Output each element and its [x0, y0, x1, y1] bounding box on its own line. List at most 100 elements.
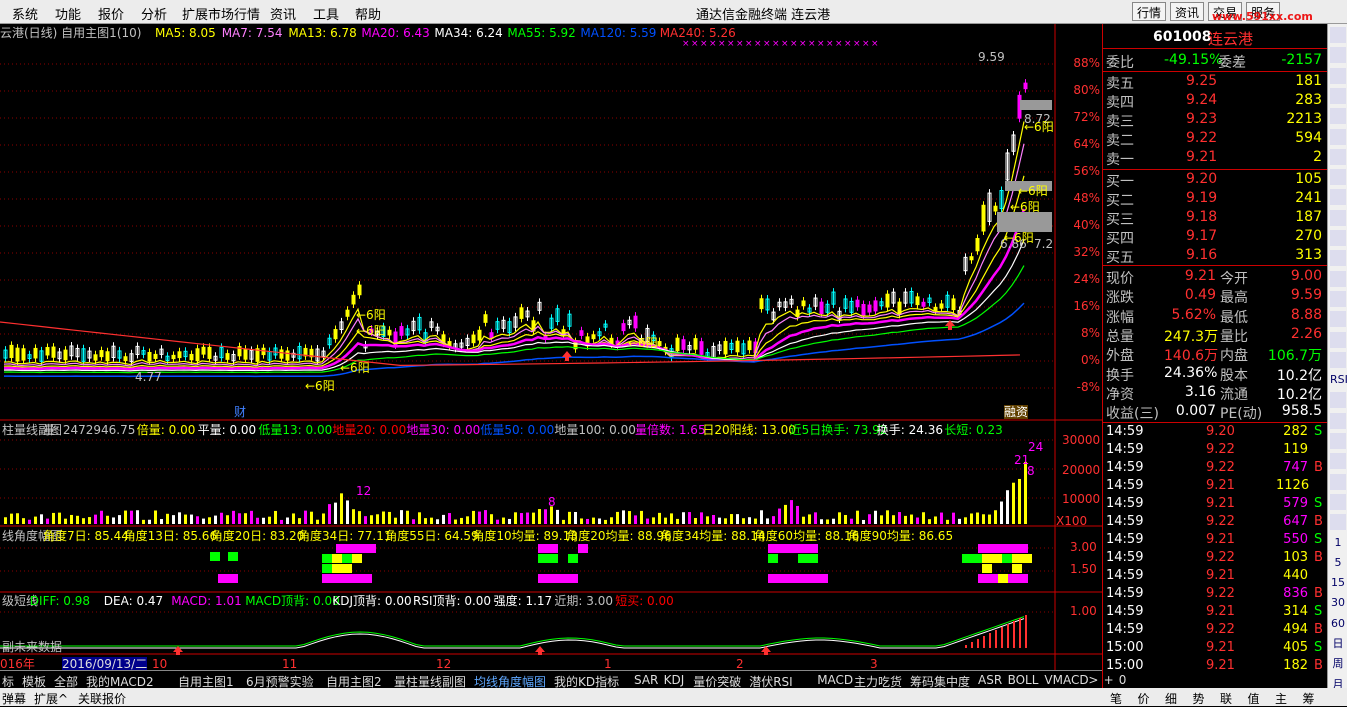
candle-body: [21, 348, 26, 361]
line-icon[interactable]: [1330, 270, 1346, 287]
fund-icon[interactable]: [1330, 230, 1346, 246]
kline-icon[interactable]: [1330, 189, 1346, 206]
quote-tab-0[interactable]: 笔: [1110, 690, 1122, 707]
volume-bar: [622, 510, 625, 524]
menu-info[interactable]: 资讯: [270, 4, 296, 23]
indicator-tab-22[interactable]: 0: [1119, 673, 1127, 687]
quote-tab-5[interactable]: 值: [1248, 690, 1260, 707]
indicator-tab-18[interactable]: BOLL: [1008, 673, 1039, 687]
calc-icon[interactable]: [1330, 493, 1346, 510]
grid-icon[interactable]: [1330, 128, 1346, 145]
menu-function[interactable]: 功能: [55, 4, 81, 23]
volume-bar: [592, 517, 595, 524]
indicator-tab-20[interactable]: >: [1088, 673, 1098, 687]
quote-tab-1[interactable]: 价: [1138, 690, 1150, 707]
up-arrow-icon[interactable]: [1330, 27, 1346, 43]
bar-icon[interactable]: [1330, 351, 1346, 368]
p15[interactable]: 15: [1330, 575, 1346, 592]
menu-help[interactable]: 帮助: [355, 4, 381, 23]
p5[interactable]: 5: [1330, 554, 1346, 571]
menu-market[interactable]: 扩展市场行情: [182, 4, 260, 23]
volume-bar: [52, 512, 55, 524]
screen-icon[interactable]: [1330, 290, 1346, 307]
arrow-icon[interactable]: [1330, 433, 1346, 449]
star-icon[interactable]: [1330, 473, 1346, 490]
indicator-tab-19[interactable]: VMACD: [1044, 673, 1088, 687]
quote-tab-7[interactable]: 筹: [1303, 690, 1315, 707]
fiz-icon[interactable]: [1330, 250, 1346, 267]
indicator-tab-14[interactable]: MACD: [817, 673, 853, 687]
vol-icon[interactable]: [1330, 392, 1346, 409]
window-icon[interactable]: [1330, 87, 1346, 104]
market-button[interactable]: 行情: [1132, 2, 1167, 21]
indicator-tab-21[interactable]: +: [1104, 673, 1114, 687]
volume-bar: [526, 512, 529, 524]
menu-system[interactable]: 系统: [12, 4, 38, 23]
volume-bar: [148, 519, 151, 524]
volume-bar: [436, 519, 439, 524]
volume-bar: [190, 514, 193, 524]
candle-icon[interactable]: [1330, 148, 1346, 165]
indicator-tab-17[interactable]: ASR: [978, 673, 1002, 687]
quote-tab-4[interactable]: 联: [1220, 690, 1232, 707]
volume-bar: [856, 510, 859, 524]
list-icon[interactable]: [1330, 67, 1346, 84]
candle-body: [867, 304, 872, 313]
pw[interactable]: 周: [1330, 656, 1346, 673]
indicator-tab-11[interactable]: KDJ: [664, 673, 685, 687]
menu-quote[interactable]: 报价: [98, 4, 124, 23]
tick-price: 9.22: [1206, 460, 1235, 475]
volume-bar: [964, 517, 967, 524]
heart-icon[interactable]: [1330, 453, 1346, 470]
flow-icon[interactable]: [1330, 412, 1346, 429]
price-pct-tick-6: 40%: [1073, 218, 1100, 232]
volume-bar: [994, 510, 997, 524]
news-button[interactable]: 资讯: [1170, 2, 1205, 21]
indicator-tab-10[interactable]: SAR: [634, 673, 658, 687]
p30[interactable]: 30: [1330, 595, 1346, 612]
quote-tab-3[interactable]: 势: [1193, 690, 1205, 707]
price-pct-tick-8: 24%: [1073, 272, 1100, 286]
note-icon[interactable]: [1330, 514, 1346, 531]
expand-button[interactable]: 扩展^: [34, 690, 68, 707]
tick-volume: 119: [1283, 442, 1308, 457]
volume-stat-11: 近5日换手: 73.92: [789, 423, 888, 437]
quote-tab-6[interactable]: 主: [1275, 690, 1287, 707]
tick-row: 14:59 9.22 494 B: [1106, 621, 1326, 639]
candle-body: [225, 353, 230, 360]
angle-signal-block: [568, 554, 578, 563]
purple-x-marker: ×: [682, 39, 690, 49]
angle-signal-block: [342, 574, 352, 583]
angle-signal-block: [218, 574, 228, 583]
danmu-button[interactable]: 弹幕: [2, 690, 26, 707]
stat-value-b: 2.26: [1290, 325, 1322, 342]
volume-bar: [94, 514, 97, 524]
stat-row-1: 涨跌 0.49 最高 9.59: [1106, 286, 1326, 306]
rsi-icon[interactable]: RSI: [1330, 372, 1347, 389]
candle-body: [399, 326, 404, 336]
angle-signal-block: [978, 574, 988, 583]
p60[interactable]: 60: [1330, 615, 1346, 632]
p1[interactable]: 1: [1330, 534, 1346, 551]
menu-tools[interactable]: 工具: [313, 4, 339, 23]
angle-signal-block: [356, 544, 366, 553]
order-ratio-label: 委比: [1106, 55, 1134, 71]
quote-tab-2[interactable]: 细: [1165, 690, 1177, 707]
stat-label-a: 收益(三): [1106, 406, 1159, 423]
chart-area[interactable]: × × × × × × × × × × × × × × × × × × × × × × 云港(日线) 自用主图1(10) …: [0, 24, 1102, 688]
kline-chart-svg[interactable]: × × × × × × × × × × × × × × × × × × × × × ×: [0, 24, 1102, 688]
scatter-icon[interactable]: [1330, 311, 1346, 328]
wave-icon[interactable]: [1330, 331, 1346, 348]
related-quote-button[interactable]: 关联报价: [78, 690, 126, 707]
menu-analysis[interactable]: 分析: [141, 4, 167, 23]
volume-bar: [868, 514, 871, 524]
tick-icon[interactable]: [1330, 169, 1346, 186]
tick-price: 9.22: [1206, 442, 1235, 457]
pd[interactable]: 日: [1330, 636, 1346, 652]
purple-x-marker: ×: [862, 39, 870, 49]
table-icon[interactable]: [1330, 209, 1346, 226]
stat-label-b: PE(动): [1220, 406, 1263, 423]
chart-icon[interactable]: [1330, 108, 1346, 125]
volume-bar: [100, 510, 103, 524]
refresh-icon[interactable]: [1330, 47, 1346, 64]
